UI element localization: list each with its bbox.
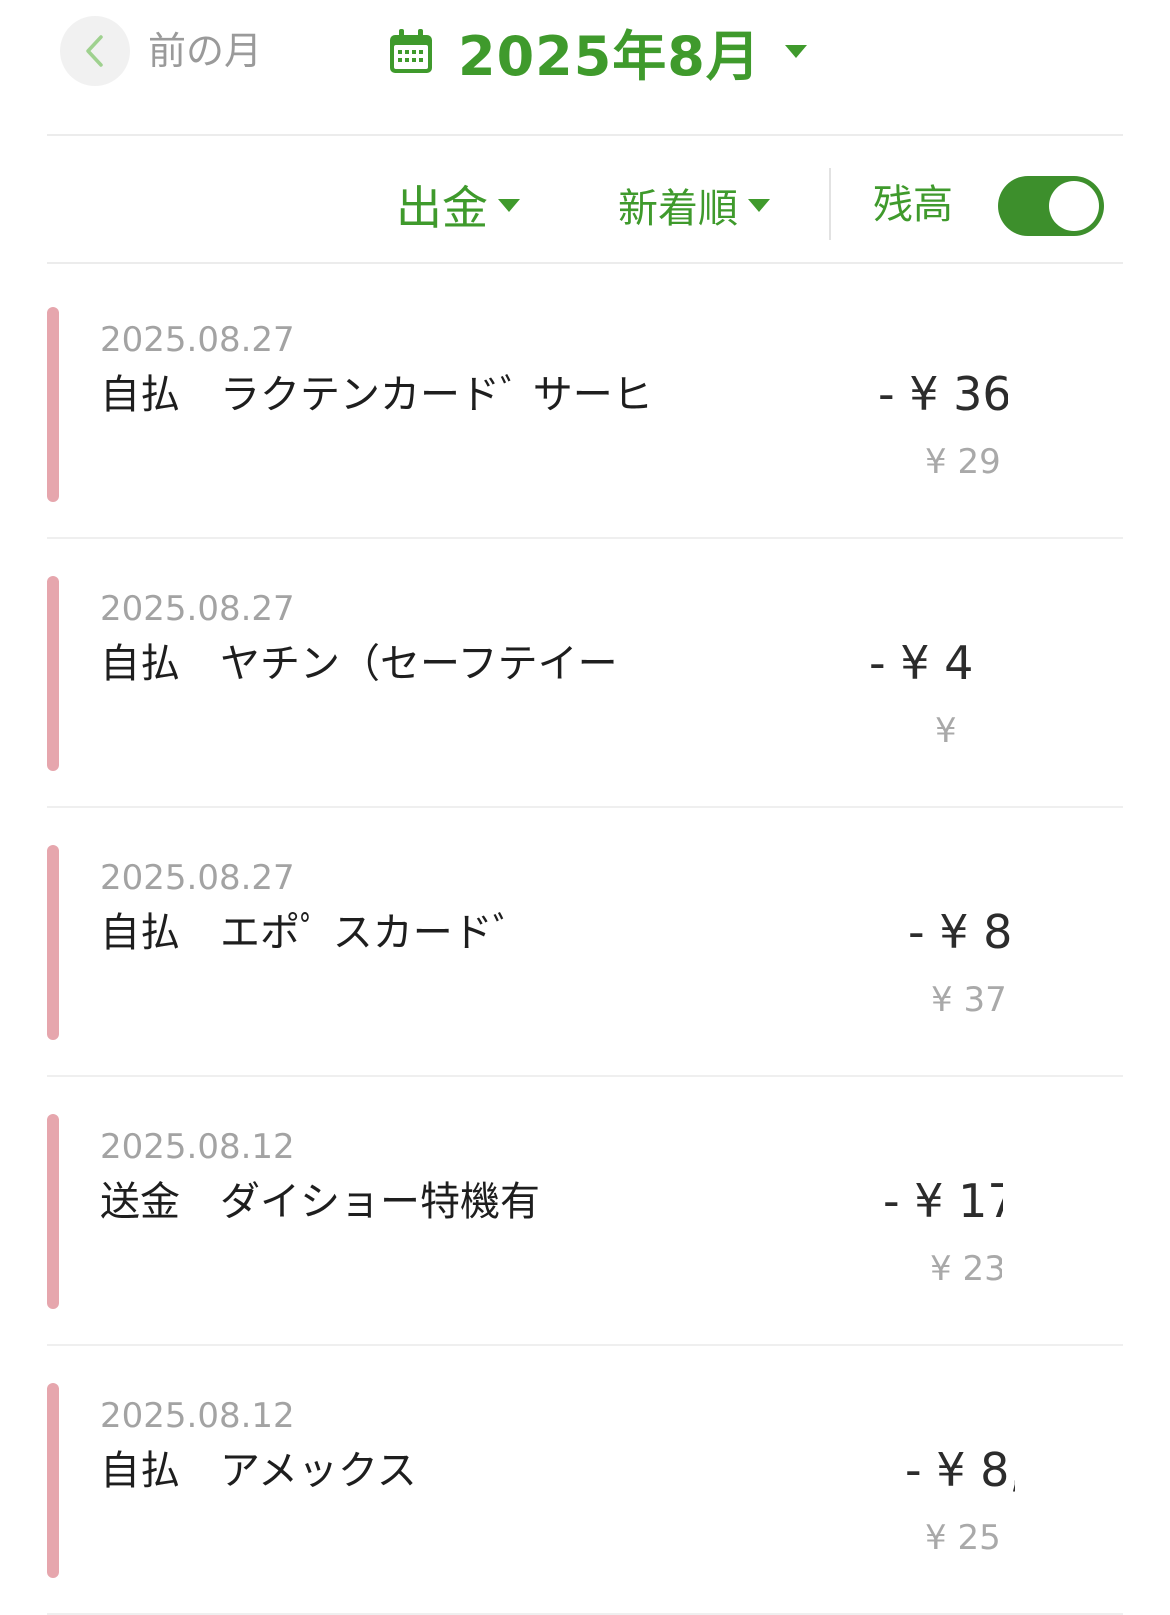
previous-month-button[interactable] [60, 16, 130, 86]
month-header: 前の月 2025年8月 [0, 0, 1170, 136]
header-divider [47, 134, 1123, 136]
transaction-date: 2025.08.27 [100, 589, 295, 629]
transaction-amount: - ¥ 8, [905, 1443, 1015, 1497]
caret-down-icon[interactable] [498, 198, 520, 212]
caret-down-icon[interactable] [748, 198, 770, 212]
transaction-row[interactable]: 2025.08.27 自払 エポﾟ スカードﾞ - ¥ 8 ¥ 37 [47, 808, 1123, 1077]
filter-divider [829, 168, 831, 240]
filter-bar: 出金 新着順 残高 [0, 138, 1170, 268]
transaction-amount: - ¥ 8 [908, 905, 1012, 959]
transaction-type-label[interactable]: 出金 [396, 172, 488, 238]
transaction-date: 2025.08.27 [100, 858, 295, 898]
transaction-description: 送金 ダイショー特機有 [100, 1179, 540, 1225]
withdrawal-marker [47, 307, 59, 502]
transaction-row[interactable]: 2025.08.12 自払 アメックス - ¥ 8, ¥ 25 [47, 1346, 1123, 1615]
transaction-description: 自払 ヤチン（セーフテイー [100, 641, 618, 687]
calendar-icon [390, 29, 432, 73]
balance-toggle[interactable] [998, 176, 1104, 236]
chevron-left-icon [86, 35, 103, 67]
transaction-row[interactable]: 2025.08.27 自払 ヤチン（セーフテイー - ¥ 4 ¥ [47, 539, 1123, 808]
transaction-balance: ¥ 25 [925, 1518, 1001, 1558]
filter-divider-line [47, 262, 1123, 264]
balance-toggle-label: 残高 [873, 182, 953, 228]
transaction-balance: ¥ 29 [925, 442, 1001, 482]
transaction-amount: - ¥ 4 [869, 636, 974, 690]
transaction-date: 2025.08.12 [100, 1127, 295, 1167]
transaction-date: 2025.08.12 [100, 1396, 295, 1436]
transaction-amount: - ¥ 36 [878, 367, 1008, 421]
previous-month-label[interactable]: 前の月 [148, 28, 262, 74]
withdrawal-marker [47, 845, 59, 1040]
month-selector[interactable]: 2025年8月 [388, 16, 807, 88]
transaction-list: 2025.08.27 自払 ラクテンカードﾞ サーヒ - ¥ 36 ¥ 29 2… [0, 270, 1170, 1615]
withdrawal-marker [47, 1383, 59, 1578]
transaction-amount: - ¥ 17, [883, 1174, 1003, 1228]
withdrawal-marker [47, 576, 59, 771]
transaction-description: 自払 アメックス [100, 1448, 417, 1494]
transaction-balance: ¥ [935, 711, 957, 751]
toggle-knob [1049, 181, 1099, 231]
transaction-balance: ¥ 23 [930, 1249, 1002, 1289]
sort-order-filter[interactable]: 新着順 [618, 178, 770, 232]
transaction-row[interactable]: 2025.08.12 送金 ダイショー特機有 - ¥ 17, ¥ 23 [47, 1077, 1123, 1346]
sort-order-label[interactable]: 新着順 [618, 176, 738, 234]
transaction-description: 自払 ラクテンカードﾞ サーヒ [100, 372, 653, 418]
transaction-type-filter[interactable]: 出金 [396, 178, 520, 235]
transaction-row[interactable]: 2025.08.27 自払 ラクテンカードﾞ サーヒ - ¥ 36 ¥ 29 [47, 270, 1123, 539]
transaction-date: 2025.08.27 [100, 320, 295, 360]
caret-down-icon[interactable] [784, 44, 807, 58]
transaction-balance: ¥ 37 [931, 980, 1007, 1020]
transaction-description: 自払 エポﾟ スカードﾞ [100, 910, 513, 956]
month-title[interactable]: 2025年8月 [458, 12, 761, 91]
withdrawal-marker [47, 1114, 59, 1309]
